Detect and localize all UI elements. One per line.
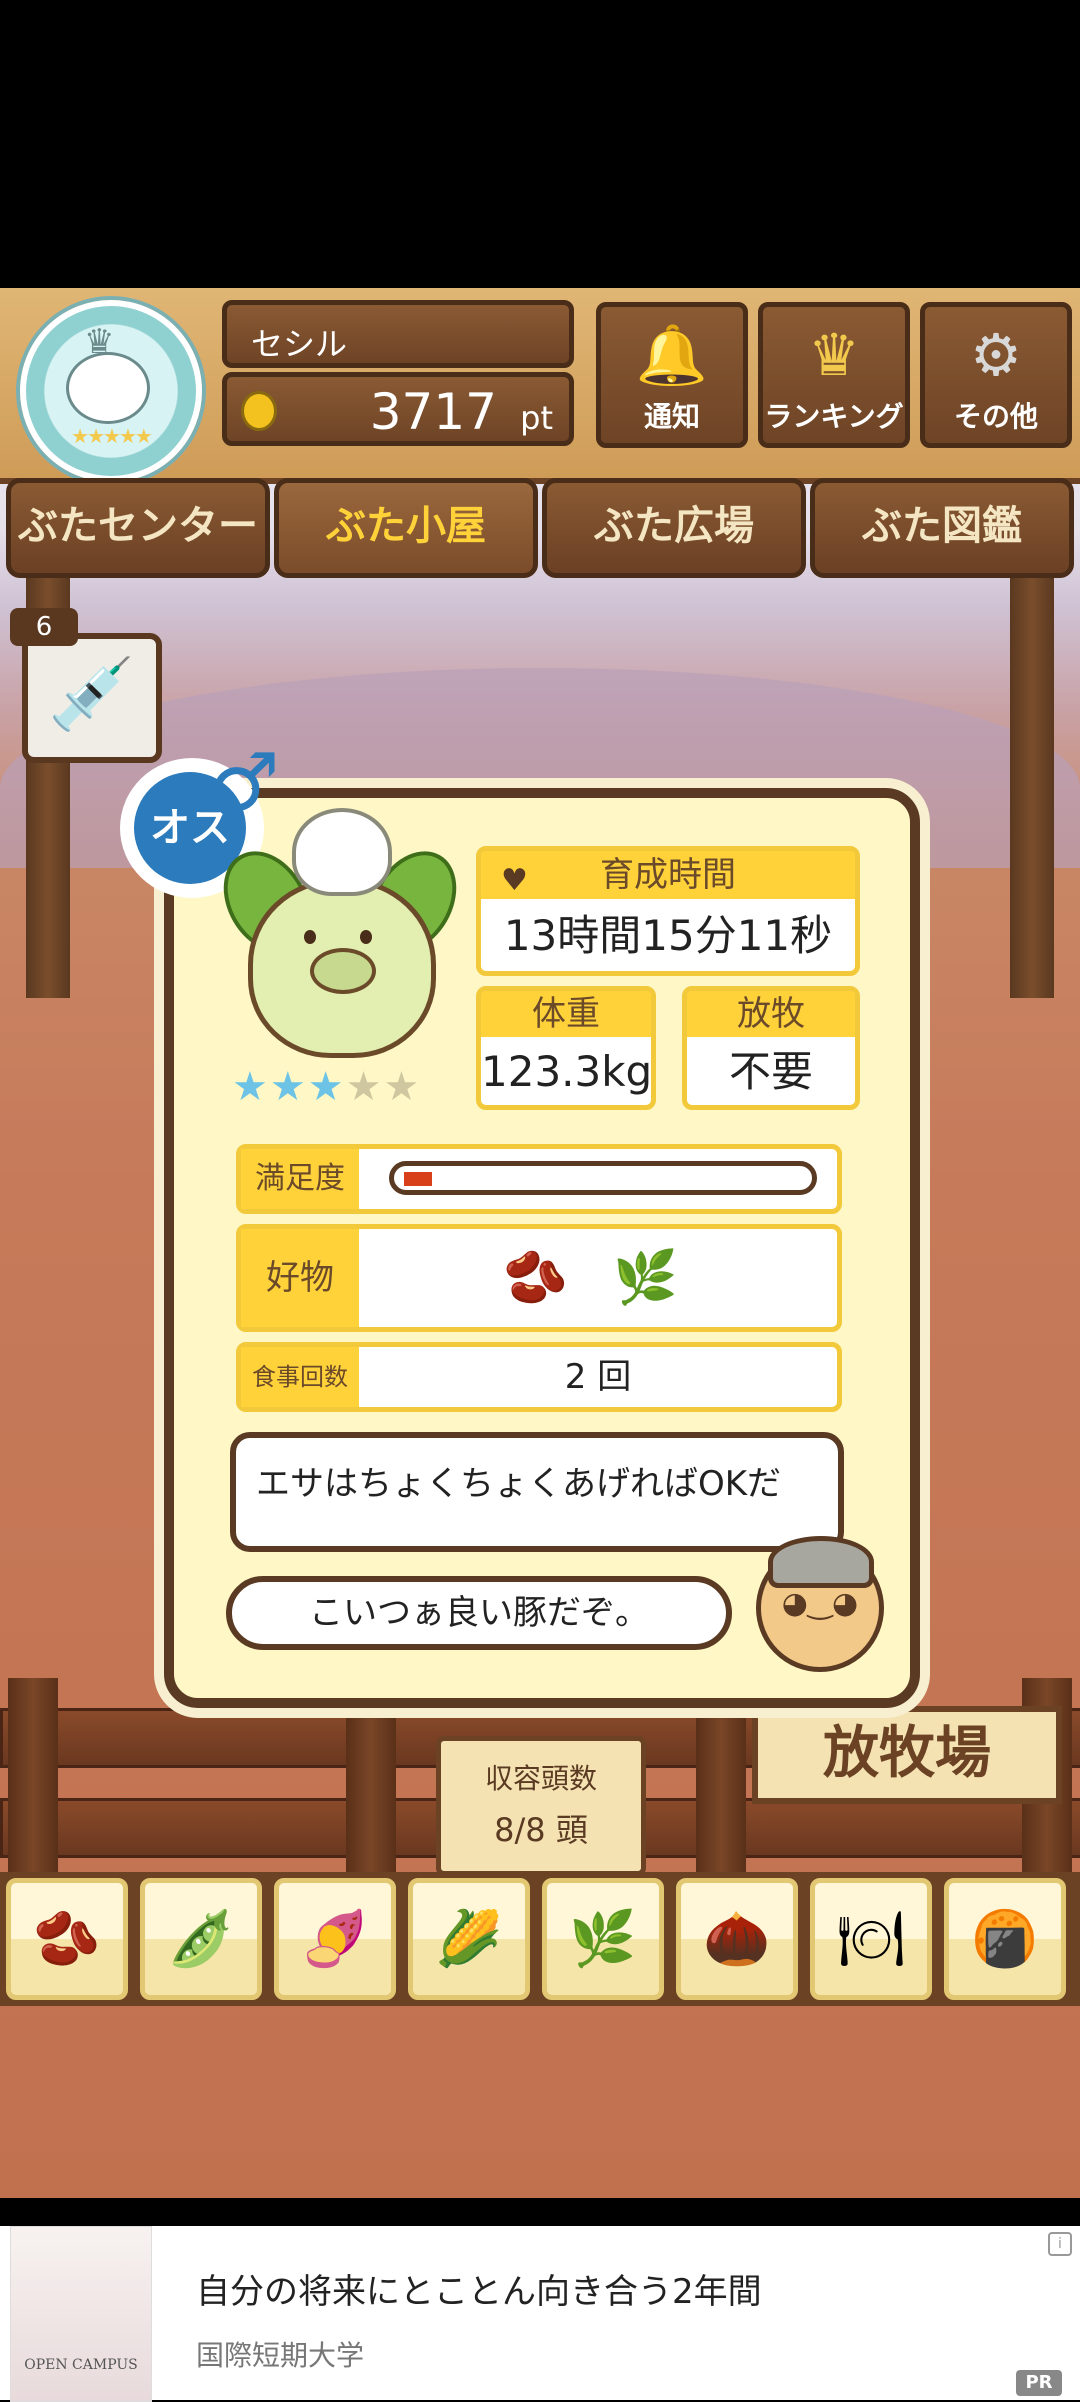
heart-icon: ♥: [501, 863, 528, 898]
gear-icon: ⚙: [970, 321, 1022, 389]
gate-post-right: [1010, 578, 1054, 998]
bean-plate-icon: 🍽: [836, 1907, 906, 1970]
satisfaction-bar: [389, 1161, 817, 1195]
ad-title[interactable]: 自分の将来にとことん向き合う2年間: [196, 2264, 762, 2313]
food-slot-corn[interactable]: 🌽: [408, 1878, 530, 2000]
weight-value: 123.3kg: [481, 1047, 653, 1096]
favorite-food-row: 好物 🫘 🌿: [236, 1224, 842, 1332]
star-empty-icon: ★: [383, 1064, 422, 1110]
leafy-beans-icon: 🌿: [569, 1907, 637, 1970]
meal-count-label: 食事回数: [241, 1347, 359, 1407]
tab-pig-plaza[interactable]: ぶた広場: [542, 478, 806, 578]
points-value: 3717: [369, 383, 497, 441]
ad-pr-badge: PR: [1016, 2370, 1062, 2396]
satisfaction-label: 満足度: [241, 1149, 359, 1209]
tab-pig-encyclopedia[interactable]: ぶた図鑑: [810, 478, 1074, 578]
mixed-bean-pile-icon: 🫛: [167, 1907, 235, 1970]
weight-box: 体重 123.3kg: [476, 986, 656, 1110]
other-label: その他: [953, 400, 1038, 433]
bell-icon: 🔔: [635, 321, 709, 389]
other-button[interactable]: ⚙ その他: [920, 302, 1072, 448]
raising-time-label: 育成時間: [600, 855, 736, 895]
weight-label: 体重: [481, 991, 651, 1037]
capacity-sign: 収容頭数 8/8 頭: [436, 1736, 646, 1876]
flower-hat-icon: [292, 808, 392, 896]
pig-rating: ★★★★★: [232, 1064, 421, 1110]
hint-text: エサはちょくちょくあげればOKだ: [256, 1464, 782, 1504]
soybean-pile-icon: 🫘: [33, 1907, 101, 1970]
pig-eye: [304, 930, 316, 944]
ad-banner[interactable]: OPEN CAMPUS 自分の将来にとことん向き合う2年間 国際短期大学 i P…: [0, 2226, 1080, 2402]
tab-pig-center[interactable]: ぶたセンター: [6, 478, 270, 578]
acorn-icon: 🌰: [703, 1907, 771, 1970]
food-slot-acorn[interactable]: 🌰: [676, 1878, 798, 2000]
farmer-cap-icon: [768, 1536, 874, 1588]
notification-label: 通知: [643, 400, 700, 433]
fence-post: [8, 1678, 58, 1898]
points-panel: 3717 pt: [222, 372, 574, 446]
player-avatar[interactable]: ♛ ★★★★★: [20, 300, 202, 482]
ad-image[interactable]: OPEN CAMPUS: [10, 2226, 152, 2402]
food-slot-leafy-beans[interactable]: 🌿: [542, 1878, 664, 2000]
satisfaction-row: 満足度: [236, 1144, 842, 1214]
coin-icon: [241, 391, 277, 431]
ad-image-caption: OPEN CAMPUS: [24, 2357, 138, 2373]
grazing-value: 不要: [728, 1047, 813, 1096]
food-slot-sweet-potato[interactable]: 🍠: [274, 1878, 396, 2000]
ranking-button[interactable]: ♛ ランキング: [758, 302, 910, 448]
favorite-food-label: 好物: [241, 1229, 359, 1327]
comment-speech-bubble: こいつぁ良い豚だぞ。: [226, 1576, 732, 1650]
star-filled-icon: ★: [232, 1064, 270, 1110]
food-slot-meatball-plate[interactable]: 🍘: [944, 1878, 1066, 2000]
meal-count-value: 2 回: [564, 1357, 632, 1397]
raising-time-value: 13時間15分11秒: [503, 911, 833, 960]
grazing-label: 放牧: [687, 991, 855, 1037]
food-slot-soybeans[interactable]: 🫘: [6, 1878, 128, 2000]
pig-snout: [310, 948, 376, 994]
ranking-label: ランキング: [764, 400, 904, 433]
hint-speech-bubble: エサはちょくちょくあげればOKだ: [230, 1432, 844, 1552]
pasture-sign-button[interactable]: 放牧場: [752, 1706, 1062, 1804]
capacity-value: 8/8 頭: [494, 1811, 588, 1849]
player-name: セシル: [251, 325, 348, 363]
meal-count-row: 食事回数 2 回: [236, 1342, 842, 1412]
sweet-potato-icon: 🍠: [301, 1907, 369, 1970]
pig-face-icon: [66, 352, 150, 424]
raising-time-header: ♥ 育成時間: [481, 851, 855, 899]
notification-button[interactable]: 🔔 通知: [596, 302, 748, 448]
fence-post: [346, 1678, 396, 1898]
pig-eye: [360, 930, 372, 944]
header-bar: ♛ ★★★★★ セシル 3717 pt 🔔 通知 ♛ ランキング ⚙ その他: [0, 288, 1080, 484]
status-bar-area: [0, 0, 1080, 288]
ad-advertiser: 国際短期大学: [196, 2339, 365, 2372]
tab-pig-hut[interactable]: ぶた小屋: [274, 478, 538, 578]
food-slot-mixed-beans[interactable]: 🫛: [140, 1878, 262, 2000]
star-empty-icon: ★: [345, 1064, 384, 1110]
pig-portrait: [206, 808, 474, 1058]
meatball-plate-icon: 🍘: [971, 1907, 1039, 1970]
food-slot-bean-plate[interactable]: 🍽: [810, 1878, 932, 2000]
points-unit: pt: [520, 399, 553, 437]
crown-icon: ♛: [808, 321, 860, 389]
item-count-badge: 6: [10, 608, 78, 646]
syringe-icon: 💉: [48, 653, 136, 735]
raising-time-box: ♥ 育成時間 13時間15分11秒: [476, 846, 860, 976]
corn-icon: 🌽: [435, 1907, 503, 1970]
star-filled-icon: ★: [269, 1064, 308, 1110]
rank-stars: ★★★★★: [71, 424, 153, 448]
leafy-beans-icon: 🌿: [613, 1248, 678, 1308]
syringe-item-button[interactable]: 💉: [22, 633, 162, 763]
game-screen: ♛ ★★★★★ セシル 3717 pt 🔔 通知 ♛ ランキング ⚙ その他 ぶ…: [0, 288, 1080, 2198]
satisfaction-bar-fill: [404, 1172, 432, 1186]
capacity-label: 収容頭数: [484, 1762, 597, 1795]
soybean-pile-icon: 🫘: [503, 1248, 568, 1308]
player-name-panel: セシル: [222, 300, 574, 368]
fence-post: [696, 1678, 746, 1898]
star-filled-icon: ★: [307, 1064, 346, 1110]
ad-info-icon[interactable]: i: [1048, 2232, 1072, 2256]
grazing-box: 放牧 不要: [682, 986, 860, 1110]
